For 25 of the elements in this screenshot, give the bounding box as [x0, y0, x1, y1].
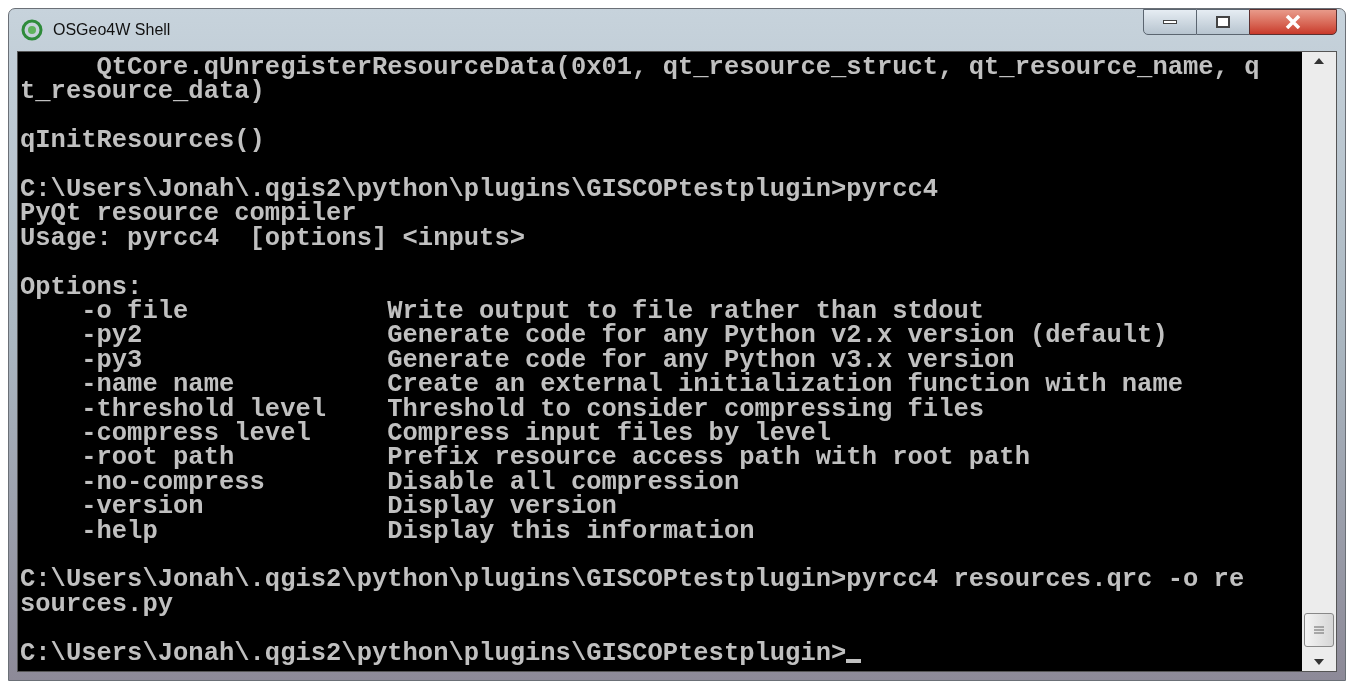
maximize-button[interactable]: [1197, 9, 1249, 35]
console-line: t_resource_data): [20, 80, 265, 105]
close-button[interactable]: [1249, 9, 1337, 35]
scroll-thumb[interactable]: [1304, 613, 1334, 647]
scrollbar[interactable]: [1302, 52, 1336, 671]
minimize-button[interactable]: [1143, 9, 1197, 35]
console-line: qInitResources(): [20, 129, 265, 154]
console-line: -help Display this information: [80, 519, 755, 545]
scroll-down-icon[interactable]: [1314, 659, 1324, 665]
maximize-icon: [1216, 16, 1230, 28]
console-line: Usage: pyrcc4 [options] <inputs>: [20, 226, 525, 252]
console-line: -name name Create an external initialization function with name: [80, 373, 1183, 398]
console-line: -root path Prefix resource access path with root path: [80, 446, 1030, 471]
console-line: C:\Users\Jonah\.qgis2\python\plugins\GISCOPtestplugin>pyrcc4 resources.qrc -o re: [20, 568, 1245, 593]
scroll-up-icon[interactable]: [1314, 58, 1324, 64]
window-title: OSGeo4W Shell: [53, 20, 171, 40]
console-line: -version Display version: [80, 495, 617, 520]
console-line: sources.py: [20, 592, 174, 618]
minimize-icon: [1163, 20, 1177, 24]
close-icon: [1285, 15, 1301, 29]
console-line: C:\Users\Jonah\.qgis2\python\plugins\GISCOPtestplugin>: [20, 641, 847, 667]
console-line: Options:: [20, 275, 143, 300]
grip-icon: [1314, 626, 1324, 634]
console-line: -py2 Generate code for any Python v2.x version (default): [80, 324, 1168, 349]
console-line: PyQt resource compiler: [20, 202, 357, 227]
